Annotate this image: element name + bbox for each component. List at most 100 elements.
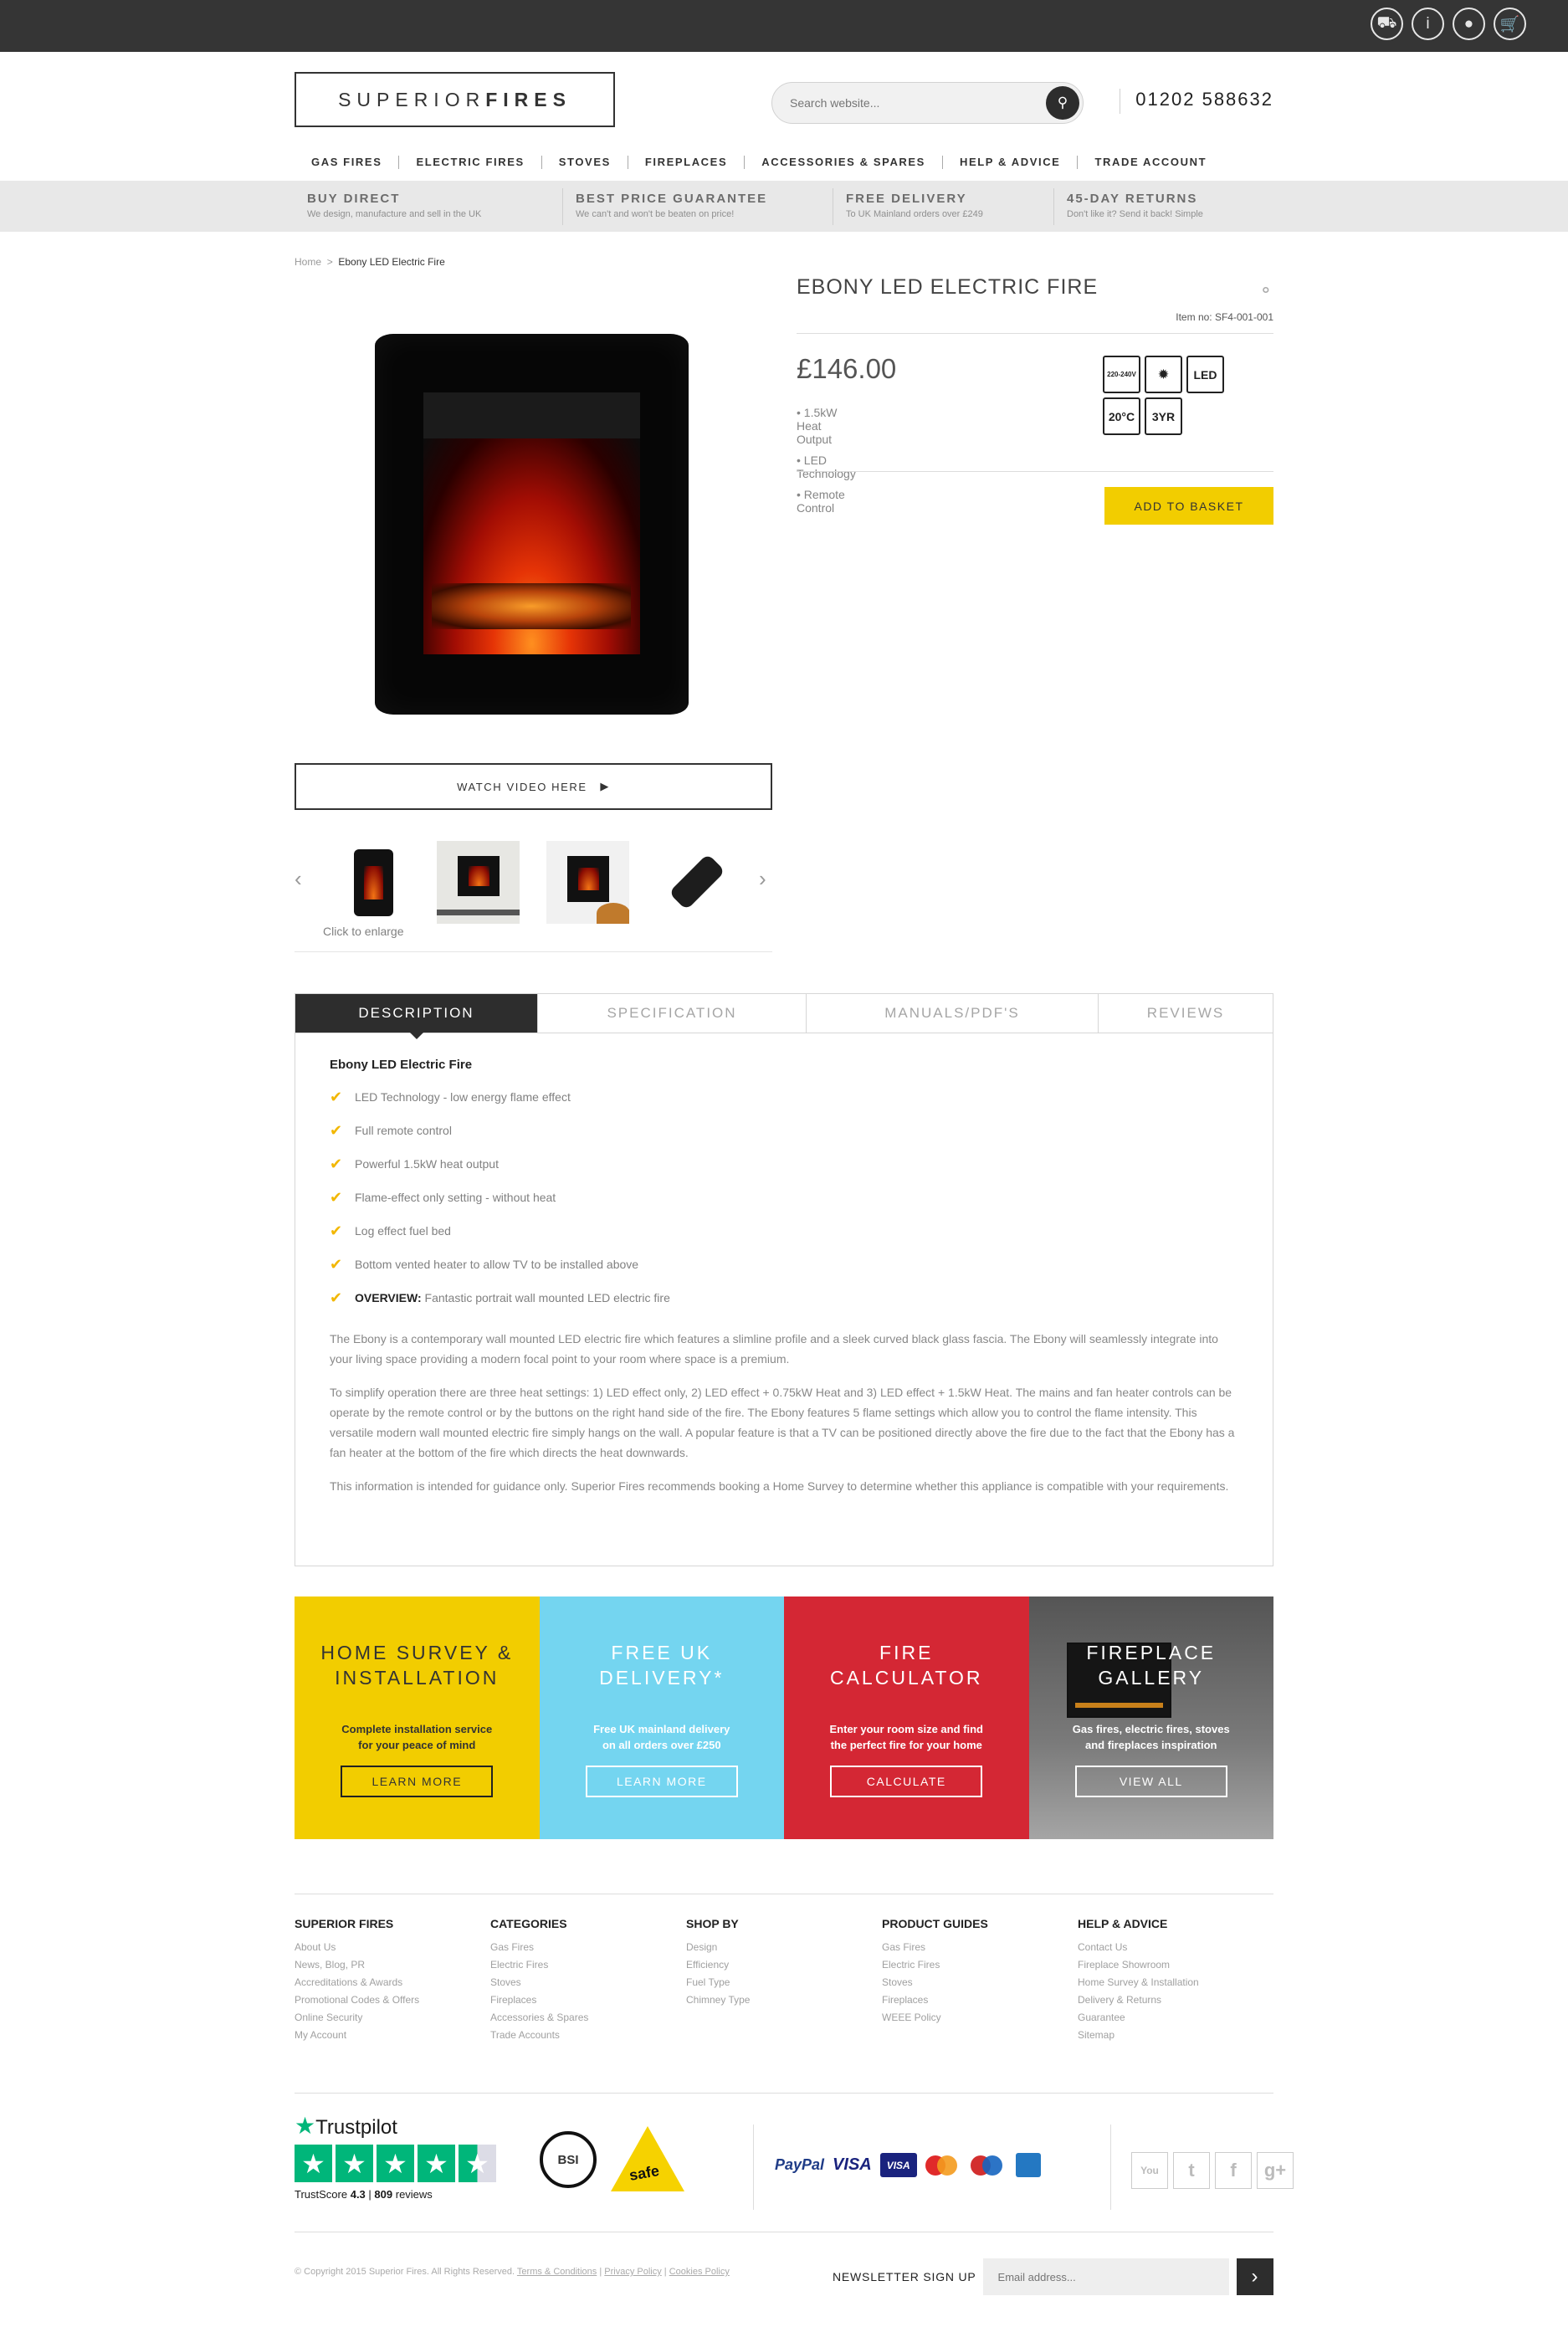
learn-more-button[interactable]: LEARN MORE xyxy=(341,1766,494,1797)
info-icon[interactable]: i xyxy=(1412,8,1444,40)
footer-link[interactable]: Home Survey & Installation xyxy=(1078,1974,1273,1991)
visa-debit-logo: VISA xyxy=(879,2153,917,2177)
thumbnail-3[interactable] xyxy=(546,841,629,924)
promo-fire-calculator[interactable]: FIRE CALCULATOR Enter your room size and … xyxy=(784,1597,1029,1839)
logo-text-bold: FIRES xyxy=(485,88,571,110)
watch-video-label: WATCH VIDEO HERE xyxy=(457,780,587,793)
footer-link[interactable]: Guarantee xyxy=(1078,2009,1273,2027)
thumbnail-2[interactable] xyxy=(437,841,520,924)
chevron-right-icon[interactable]: › xyxy=(759,866,766,892)
privacy-link[interactable]: Privacy Policy xyxy=(604,2267,661,2277)
usp-best-price: BEST PRICE GUARANTEE We can't and won't b… xyxy=(562,187,833,225)
youtube-icon[interactable]: You xyxy=(1131,2152,1168,2189)
account-icon[interactable]: ● xyxy=(1453,8,1485,40)
copyright: © Copyright 2015 Superior Fires. All Rig… xyxy=(295,2267,730,2277)
trustpilot-widget[interactable]: ★Trustpilot ★ ★ ★ ★ ★ TrustScore 4.3 | 809 r… xyxy=(295,2112,496,2201)
product-main-image[interactable] xyxy=(295,282,772,756)
footer-link[interactable]: Online Security xyxy=(295,2009,490,2027)
footer-link[interactable]: My Account xyxy=(295,2027,490,2044)
logo[interactable]: SUPERIOR FIRES xyxy=(295,72,615,127)
footer-link[interactable]: Electric Fires xyxy=(882,1956,1078,1974)
twitter-icon[interactable]: t xyxy=(1173,2152,1210,2189)
calculate-button[interactable]: CALCULATE xyxy=(830,1766,983,1797)
cookies-link[interactable]: Cookies Policy xyxy=(669,2267,730,2277)
amex-logo xyxy=(1015,2153,1041,2177)
terms-link[interactable]: Terms & Conditions xyxy=(517,2267,597,2277)
tab-specification[interactable]: SPECIFICATION xyxy=(537,994,806,1033)
footer-link[interactable]: Fireplace Showroom xyxy=(1078,1956,1273,1974)
nav-help-advice[interactable]: HELP & ADVICE xyxy=(941,156,1077,169)
footer-link[interactable]: Gas Fires xyxy=(490,1939,686,1956)
chevron-left-icon[interactable]: ‹ xyxy=(295,866,302,892)
footer-heading: SUPERIOR FIRES xyxy=(295,1917,394,1930)
paypal-logo: PayPal xyxy=(775,2156,825,2173)
footer-link[interactable]: Gas Fires xyxy=(882,1939,1078,1956)
promo-fireplace-gallery[interactable]: FIREPLACE GALLERY Gas fires, electric fir… xyxy=(1028,1597,1273,1839)
footer-link[interactable]: WEEE Policy xyxy=(882,2009,1078,2027)
nav-electric-fires[interactable]: ELECTRIC FIRES xyxy=(398,156,541,169)
overview-text: Fantastic portrait wall mounted LED elec… xyxy=(421,1291,670,1304)
learn-more-button[interactable]: LEARN MORE xyxy=(585,1766,738,1797)
footer-link[interactable]: Chimney Type xyxy=(686,1991,882,2009)
footer-col-shop-by: SHOP BY Design Efficiency Fuel Type Chim… xyxy=(686,1917,882,2044)
tab-reviews[interactable]: REVIEWS xyxy=(1098,994,1273,1033)
newsletter-email-input[interactable] xyxy=(982,2258,1229,2295)
delivery-truck-icon[interactable]: ⛟ xyxy=(1371,8,1403,40)
description-title: Ebony LED Electric Fire xyxy=(330,1058,473,1072)
view-all-button[interactable]: VIEW ALL xyxy=(1074,1766,1227,1797)
facebook-icon[interactable]: f xyxy=(1215,2152,1252,2189)
footer-link[interactable]: Efficiency xyxy=(686,1956,882,1974)
usp-returns: 45-DAY RETURNS Don't like it? Send it bac… xyxy=(1053,187,1273,225)
led-badge-icon: LED xyxy=(1186,356,1224,393)
promo-title: HOME SURVEY & xyxy=(320,1642,514,1663)
footer-link[interactable]: Electric Fires xyxy=(490,1956,686,1974)
breadcrumb-current: Ebony LED Electric Fire xyxy=(338,256,445,268)
footer-link[interactable]: Fireplaces xyxy=(490,1991,686,2009)
newsletter-submit-button[interactable]: › xyxy=(1236,2258,1273,2295)
nav-accessories[interactable]: ACCESSORIES & SPARES xyxy=(744,156,942,169)
add-to-basket-button[interactable]: ADD TO BASKET xyxy=(1104,487,1273,525)
star-icon: ★ xyxy=(295,2145,332,2182)
thumbnail-1[interactable] xyxy=(332,841,415,924)
mastercard-logo xyxy=(925,2153,962,2177)
tab-manuals[interactable]: MANUALS/PDF'S xyxy=(806,994,1098,1033)
search-input[interactable] xyxy=(790,96,1046,110)
footer-link[interactable]: News, Blog, PR xyxy=(295,1956,490,1974)
promo-subtitle: the perfect fire for your home xyxy=(830,1739,982,1751)
usp-subtitle: We can't and won't be beaten on price! xyxy=(576,208,735,219)
footer-link[interactable]: Stoves xyxy=(882,1974,1078,1991)
promo-free-delivery[interactable]: FREE UK DELIVERY* Free UK mainland delive… xyxy=(539,1597,784,1839)
promo-title: GALLERY xyxy=(1098,1667,1205,1689)
search-icon[interactable]: ⚲ xyxy=(1046,86,1079,120)
footer-link[interactable]: Fuel Type xyxy=(686,1974,882,1991)
footer-link[interactable]: Trade Accounts xyxy=(490,2027,686,2044)
footer-link[interactable]: Stoves xyxy=(490,1974,686,1991)
watch-video-button[interactable]: WATCH VIDEO HERE ▶ xyxy=(295,763,772,810)
footer-link[interactable]: Promotional Codes & Offers xyxy=(295,1991,490,2009)
footer-link[interactable]: Sitemap xyxy=(1078,2027,1273,2044)
share-icon[interactable]: ⚬ xyxy=(1258,280,1273,301)
payment-methods: PayPal VISA VISA xyxy=(775,2153,1041,2177)
footer-col-superior-fires: SUPERIOR FIRES About Us News, Blog, PR A… xyxy=(295,1917,490,2044)
main-content: Home > Ebony LED Electric Fire WATCH VID… xyxy=(295,232,1294,2328)
footer-link[interactable]: About Us xyxy=(295,1939,490,1956)
footer-link[interactable]: Accreditations & Awards xyxy=(295,1974,490,1991)
nav-fireplaces[interactable]: FIREPLACES xyxy=(627,156,744,169)
tab-description[interactable]: DESCRIPTION xyxy=(295,994,537,1039)
nav-gas-fires[interactable]: GAS FIRES xyxy=(295,156,398,169)
footer-link[interactable]: Accessories & Spares xyxy=(490,2009,686,2027)
thumbnail-4-remote[interactable] xyxy=(654,841,737,924)
nav-trade-account[interactable]: TRADE ACCOUNT xyxy=(1077,156,1223,169)
google-plus-icon[interactable]: g+ xyxy=(1257,2152,1294,2189)
footer-link[interactable]: Delivery & Returns xyxy=(1078,1991,1273,2009)
footer-link[interactable]: Design xyxy=(686,1939,882,1956)
breadcrumb-home[interactable]: Home xyxy=(295,256,321,268)
footer-link[interactable]: Fireplaces xyxy=(882,1991,1078,2009)
basket-icon[interactable]: 🛒 xyxy=(1494,8,1526,40)
footer-heading: PRODUCT GUIDES xyxy=(882,1917,988,1930)
promo-home-survey[interactable]: HOME SURVEY & INSTALLATION Complete insta… xyxy=(295,1597,540,1839)
nav-stoves[interactable]: STOVES xyxy=(541,156,628,169)
usp-title: BUY DIRECT xyxy=(307,191,401,206)
thermostat-badge-icon: 20°C xyxy=(1103,397,1140,435)
footer-link[interactable]: Contact Us xyxy=(1078,1939,1273,1956)
